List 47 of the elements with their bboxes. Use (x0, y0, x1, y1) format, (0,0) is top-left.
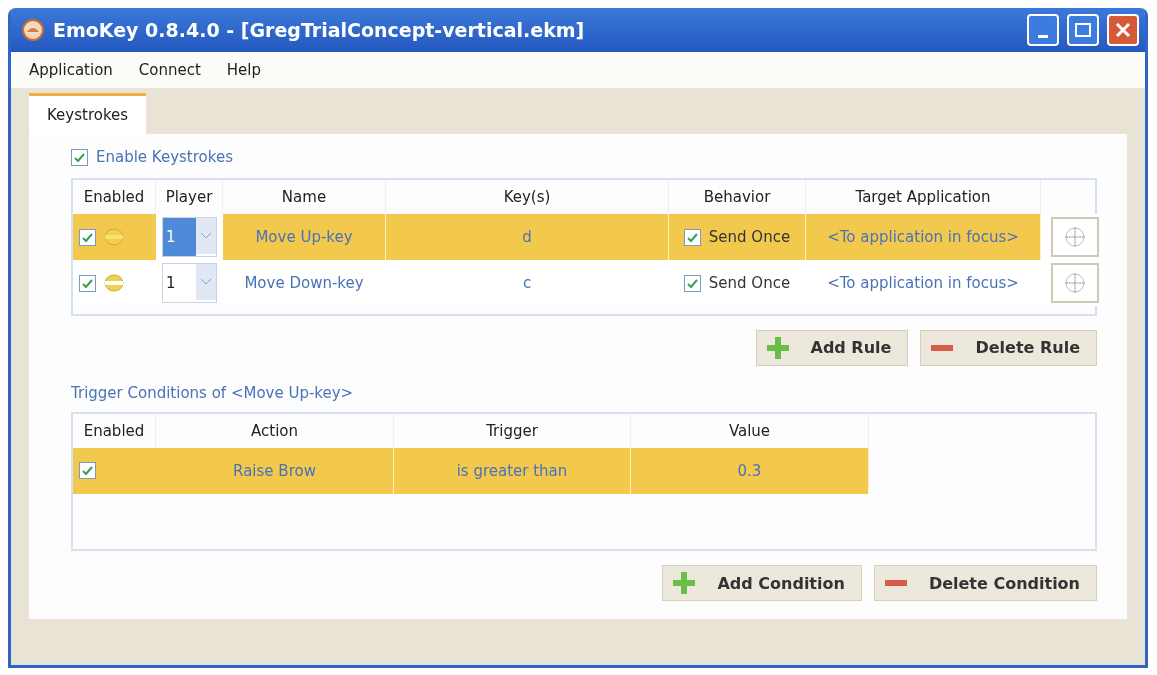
minimize-button[interactable] (1027, 14, 1059, 46)
checkbox[interactable] (683, 228, 701, 246)
table-cell: <To application in focus> (806, 214, 1041, 260)
crosshair-icon (1064, 272, 1086, 294)
table-cell: is greater than (394, 447, 631, 494)
column-header: Value (631, 413, 869, 448)
minus-icon (884, 580, 907, 586)
menu-item[interactable]: Application (19, 61, 123, 79)
section-title: Trigger Conditions of <Move Up-key> (71, 383, 355, 402)
condition-button[interactable]: Delete Condition (873, 565, 1097, 601)
app-icon (21, 18, 45, 42)
window-title: EmoKey 0.8.4.0 - [GregTrialConcept-vertical.ekm] (53, 19, 586, 41)
checkbox[interactable] (71, 148, 88, 166)
checkbox[interactable] (79, 462, 96, 479)
rule-button[interactable]: Delete Rule (920, 329, 1097, 366)
condition-button[interactable]: Add Condition (662, 565, 862, 601)
table-cell: d (386, 214, 669, 260)
close-icon (1115, 22, 1131, 38)
checkbox[interactable] (79, 228, 96, 246)
maximize-icon (1075, 22, 1091, 38)
menu-item[interactable]: Help (216, 61, 272, 79)
checkbox[interactable] (79, 274, 96, 292)
minus-icon (931, 344, 954, 351)
table-cell: 0.3 (631, 447, 869, 494)
minimize-icon (1038, 34, 1048, 38)
column-header: Enabled (73, 413, 156, 448)
player-icon (104, 274, 124, 292)
column-header: Trigger (394, 413, 631, 448)
plus-icon (766, 336, 789, 359)
player-icon (104, 228, 124, 246)
plus-icon (673, 572, 696, 594)
rule-button[interactable]: Add Rule (755, 329, 909, 366)
crosshair-icon (1064, 226, 1086, 248)
close-button[interactable] (1107, 14, 1139, 46)
checkbox-label: Enable Keystrokes (96, 148, 233, 166)
table-cell: Move Up-key (223, 214, 386, 260)
player-dropdown[interactable]: 1 (162, 263, 217, 303)
menu-item[interactable]: Connect (128, 61, 211, 79)
table-cell: Send Once (669, 214, 806, 260)
tab[interactable]: Keystrokes (29, 93, 147, 134)
player-dropdown[interactable]: 1 (162, 217, 217, 257)
table-cell: Raise Brow (156, 447, 394, 494)
checkbox[interactable] (683, 274, 701, 292)
chevron-down-icon (196, 218, 216, 254)
maximize-button[interactable] (1067, 14, 1099, 46)
column-header: Action (156, 413, 394, 448)
chevron-down-icon (196, 264, 216, 300)
